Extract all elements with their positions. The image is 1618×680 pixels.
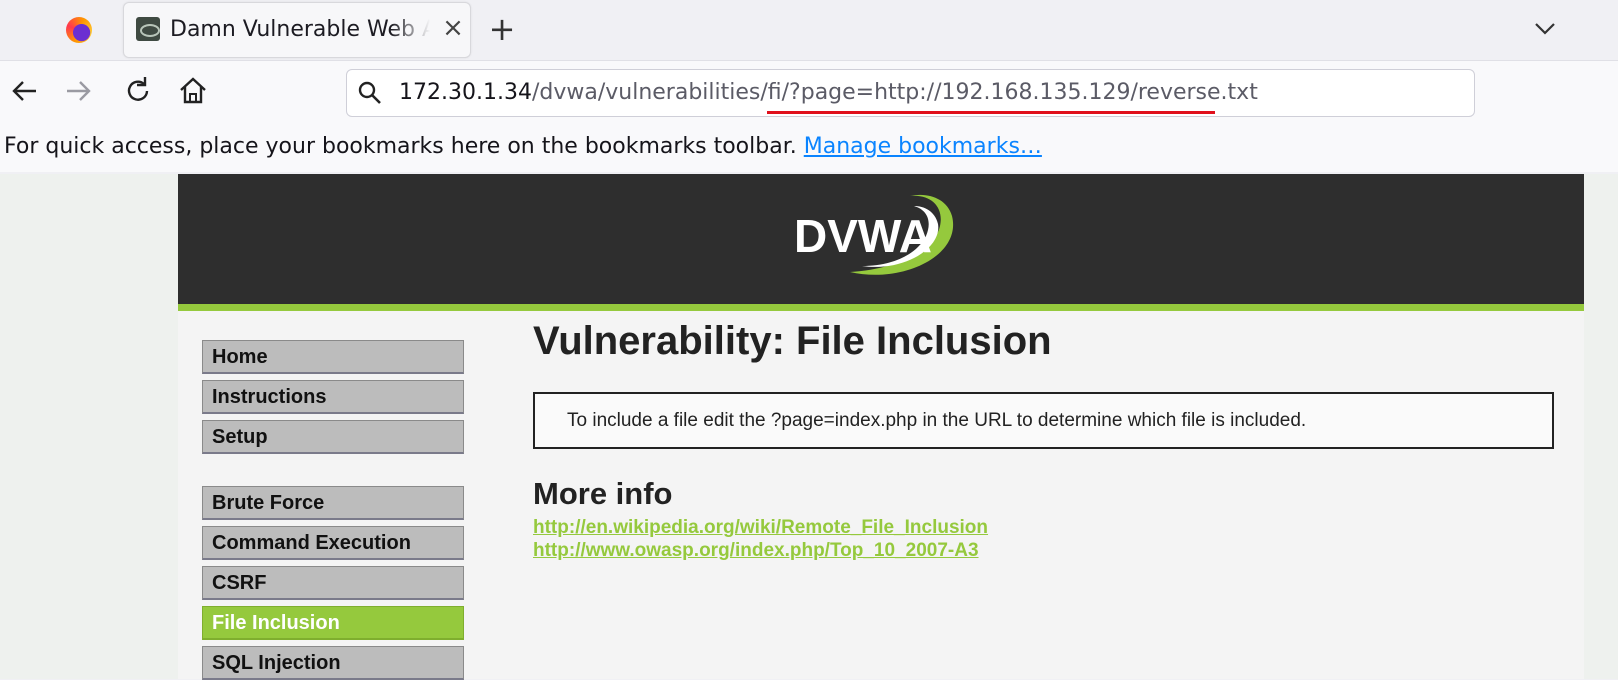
menu-item-command-execution[interactable]: Command Execution	[202, 526, 464, 560]
dvwa-header: DVWA	[178, 174, 1584, 304]
header-accent-stripe	[178, 304, 1584, 311]
bookmarks-toolbar: For quick access, place your bookmarks h…	[0, 122, 1618, 172]
browser-tab[interactable]: Damn Vulnerable Web Ap ×	[123, 2, 471, 58]
more-info-heading: More info	[533, 476, 673, 511]
chevron-down-icon[interactable]	[1530, 14, 1560, 44]
reload-icon[interactable]	[120, 73, 156, 109]
menu-item-label: SQL Injection	[212, 652, 341, 674]
menu-item-instructions[interactable]: Instructions	[202, 380, 464, 414]
tab-favicon-icon	[136, 17, 160, 41]
url-bar[interactable]: 172.30.1.34/dvwa/vulnerabilities/fi/?pag…	[346, 69, 1475, 117]
menu-item-label: Home	[212, 346, 268, 368]
bookmarks-hint: For quick access, place your bookmarks h…	[4, 134, 1042, 159]
plus-icon[interactable]: +	[487, 12, 517, 46]
back-arrow-icon[interactable]	[6, 73, 42, 109]
menu-item-file-inclusion[interactable]: File Inclusion	[202, 606, 464, 640]
page-viewport: DVWA Home Instructions Setup Brute Force…	[0, 174, 1618, 680]
menu-item-label: Setup	[212, 426, 268, 448]
tab-strip: Damn Vulnerable Web Ap × +	[0, 0, 1618, 60]
tab-title: Damn Vulnerable Web Ap	[170, 17, 430, 42]
menu-item-brute-force[interactable]: Brute Force	[202, 486, 464, 520]
menu-item-label: Instructions	[212, 386, 327, 408]
manage-bookmarks-link[interactable]: Manage bookmarks…	[804, 134, 1042, 159]
menu-item-sql-injection[interactable]: SQL Injection	[202, 646, 464, 680]
search-icon	[358, 81, 381, 104]
dvwa-container: DVWA Home Instructions Setup Brute Force…	[178, 174, 1584, 680]
menu-item-home[interactable]: Home	[202, 340, 464, 374]
url-path: /dvwa/vulnerabilities/fi/?page=http://19…	[531, 80, 1258, 105]
menu-item-label: Command Execution	[212, 532, 411, 554]
forward-arrow-icon[interactable]	[61, 73, 97, 109]
menu-item-setup[interactable]: Setup	[202, 420, 464, 454]
dvwa-logo-text: DVWA	[794, 210, 932, 262]
close-icon[interactable]: ×	[440, 13, 466, 43]
bookmarks-hint-text: For quick access, place your bookmarks h…	[4, 134, 797, 159]
firefox-icon[interactable]	[66, 17, 92, 43]
page-title: Vulnerability: File Inclusion	[533, 319, 1052, 363]
menu-item-label: Brute Force	[212, 492, 325, 514]
owasp-top10-link[interactable]: http://www.owasp.org/index.php/Top_10_20…	[533, 540, 979, 562]
url-text: 172.30.1.34/dvwa/vulnerabilities/fi/?pag…	[399, 80, 1258, 105]
info-box-text: To include a file edit the ?page=index.p…	[567, 410, 1307, 431]
menu-item-label: CSRF	[212, 572, 267, 594]
home-icon[interactable]	[175, 73, 211, 109]
wikipedia-rfi-link[interactable]: http://en.wikipedia.org/wiki/Remote_File…	[533, 517, 988, 539]
info-box: To include a file edit the ?page=index.p…	[533, 392, 1554, 449]
navigation-toolbar: 172.30.1.34/dvwa/vulnerabilities/fi/?pag…	[0, 60, 1618, 123]
menu-item-label: File Inclusion	[212, 612, 340, 634]
menu-item-csrf[interactable]: CSRF	[202, 566, 464, 600]
dvwa-logo: DVWA	[794, 194, 954, 275]
url-host: 172.30.1.34	[399, 80, 532, 105]
url-highlight-underline	[767, 111, 1215, 114]
